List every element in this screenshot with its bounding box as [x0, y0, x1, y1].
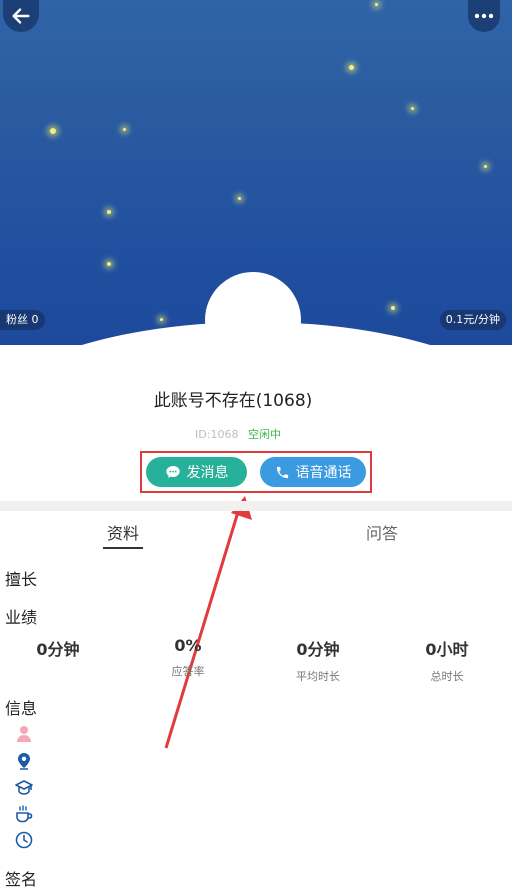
- gender-icon: [14, 724, 34, 744]
- time-icon: [14, 830, 34, 850]
- section-divider: [0, 501, 512, 511]
- stat-value: 0分钟: [296, 640, 340, 659]
- stat-label: 应答率: [171, 665, 205, 678]
- stat-label: 平均时长: [296, 670, 340, 683]
- section-performance: 业绩: [5, 608, 38, 627]
- stat-item: 0% 应答率: [128, 636, 248, 679]
- education-icon: [14, 778, 34, 798]
- stat-value: 0分钟: [36, 640, 80, 659]
- section-info: 信息: [5, 699, 38, 718]
- tab-profile[interactable]: 资料: [107, 520, 139, 544]
- stat-value: 0%: [174, 636, 202, 655]
- section-signature: 签名: [5, 870, 38, 889]
- tab-qa[interactable]: 问答: [366, 520, 398, 544]
- tab-active-indicator: [103, 547, 143, 549]
- hobby-icon: [14, 804, 34, 824]
- stat-item: 0小时 总时长: [387, 636, 507, 684]
- stat-item: 0分钟 平均时长: [258, 636, 378, 684]
- location-icon: [14, 751, 34, 771]
- stat-label: 总时长: [430, 670, 464, 683]
- section-specialty: 擅长: [5, 570, 38, 589]
- annotation-arrow: [164, 496, 252, 749]
- stat-value: 0小时: [425, 640, 469, 659]
- stat-item: 0分钟: [0, 636, 118, 668]
